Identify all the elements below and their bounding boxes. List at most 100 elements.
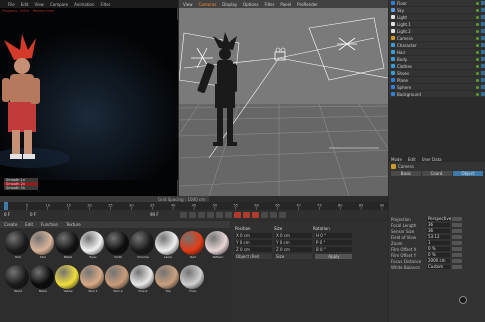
viewport-menu-item[interactable]: Display [222,2,237,7]
attribute-stepper[interactable] [452,229,462,233]
record-button[interactable] [234,212,241,218]
attribute-value-field[interactable]: 2000 cm [427,259,450,263]
object-manager[interactable]: Floor Sky Light Light.1 Light.2 Camera Charact… [389,0,485,98]
visibility-dot-icon[interactable] [476,78,479,82]
viewport-menu-item[interactable]: View [183,2,193,7]
am-menu-user-data[interactable]: User Data [422,157,442,162]
material-swatch[interactable]: Hair [4,231,30,259]
scale-key-button[interactable] [270,212,277,218]
enable-check-icon[interactable] [481,92,485,96]
coordinate-field[interactable]: X 0 cm [275,233,312,238]
attribute-value-field[interactable]: 0 % [427,247,450,251]
attribute-value-field[interactable]: Perspective [427,217,451,221]
play-backward-button[interactable] [198,212,205,218]
visibility-dot-icon[interactable] [476,1,479,5]
object-row[interactable]: Light.2 [389,28,485,35]
play-button[interactable] [207,212,214,218]
attribute-value-field[interactable]: 36 [427,229,450,233]
material-swatch[interactable]: Metal [54,231,80,259]
viewport-menu-item[interactable]: Options [243,2,258,7]
attribute-value-field[interactable]: 1 [427,241,450,245]
attribute-stepper[interactable] [452,223,462,227]
render-menu-item[interactable]: Animation [74,2,94,7]
attribute-manager[interactable]: Mode Edit User Data Camera Basic Coord. … [389,156,485,322]
coordinate-manager[interactable]: Position Size Rotation X 0 cm X 0 cm H 0 °… [231,221,388,322]
material-swatch[interactable]: Skin.1 [79,265,105,293]
enable-check-icon[interactable] [481,8,485,12]
viewport-menu-item[interactable]: ProRender [297,2,318,7]
coordinate-field[interactable]: H 0 ° [315,233,352,238]
attribute-stepper[interactable] [452,253,462,257]
object-row[interactable]: Light.1 [389,21,485,28]
size-select[interactable]: Size [275,254,312,259]
position-key-button[interactable] [261,212,268,218]
enable-check-icon[interactable] [481,64,485,68]
attribute-stepper[interactable] [452,217,462,221]
enable-check-icon[interactable] [481,15,485,19]
perspective-viewport[interactable]: View Cameras Display Options Filter Panel ProR… [179,0,388,196]
attribute-value-field[interactable]: 36 [427,223,450,227]
am-menu-mode[interactable]: Mode [391,157,402,162]
enable-check-icon[interactable] [481,85,485,89]
object-row[interactable]: Sky [389,7,485,14]
visibility-dot-icon[interactable] [476,85,479,89]
enable-check-icon[interactable] [481,36,485,40]
color-picker-icon[interactable] [459,296,467,304]
material-manager[interactable]: Create Edit Function Texture Hair Skin Metal E… [0,221,230,322]
attribute-value-field[interactable]: 0 % [427,253,450,257]
material-swatch[interactable]: Check [129,265,155,293]
coordinate-field[interactable]: X 0 cm [235,233,272,238]
enable-check-icon[interactable] [481,50,485,54]
material-swatch[interactable]: Skin.2 [104,265,130,293]
material-swatch[interactable]: Cloth [104,231,130,259]
material-swatch[interactable]: Chrome [129,231,155,259]
render-view[interactable]: File Edit View Compare Animation Filter Progr… [0,0,178,196]
coordinate-field[interactable]: Z 0 cm [275,247,312,252]
visibility-dot-icon[interactable] [476,15,479,19]
current-frame-field[interactable]: 0 F [30,212,36,217]
visibility-dot-icon[interactable] [476,92,479,96]
tab-basic[interactable]: Basic [391,170,421,176]
visibility-dot-icon[interactable] [476,43,479,47]
render-menu-item[interactable]: Compare [50,2,68,7]
render-menu-item[interactable]: Edit [21,2,29,7]
attribute-stepper[interactable] [452,235,462,239]
attribute-stepper[interactable] [452,247,462,251]
frame-end-field[interactable]: 90 F [150,212,159,217]
object-row[interactable]: Sphere [389,84,485,91]
go-to-start-button[interactable] [180,212,187,218]
material-swatch[interactable]: Wood [4,265,30,293]
viewport-menu-item[interactable]: Cameras [199,2,217,7]
enable-check-icon[interactable] [481,57,485,61]
material-swatch[interactable]: Black [29,265,55,293]
coordinate-field[interactable]: P 0 ° [315,240,352,245]
attribute-stepper[interactable] [452,265,462,269]
visibility-dot-icon[interactable] [476,29,479,33]
material-swatch[interactable]: Red [179,231,205,259]
render-menu-item[interactable]: File [8,2,15,7]
material-menu-item[interactable]: Texture [66,222,81,227]
material-swatch[interactable]: Yellow [54,265,80,293]
mode-select[interactable]: Object (Rel) [235,254,272,259]
viewport-menu-item[interactable]: Filter [264,2,274,7]
material-swatch[interactable]: Tile [154,265,180,293]
attribute-stepper[interactable] [452,259,462,263]
attribute-value-field[interactable]: Custom [427,265,450,269]
auto-key-button[interactable] [243,212,250,218]
material-swatch[interactable]: Eyes [79,231,105,259]
object-row[interactable]: Camera [389,35,485,42]
visibility-dot-icon[interactable] [476,50,479,54]
material-menu-item[interactable]: Function [41,222,58,227]
material-menu-item[interactable]: Create [4,222,17,227]
coordinate-field[interactable]: Z 0 cm [235,247,272,252]
coordinate-field[interactable]: Y 0 cm [235,240,272,245]
tab-coord[interactable]: Coord. [422,170,452,176]
tab-object[interactable]: Object [453,170,483,176]
enable-check-icon[interactable] [481,1,485,5]
enable-check-icon[interactable] [481,22,485,26]
keyframe-selection-button[interactable] [252,212,259,218]
material-menu-item[interactable]: Edit [25,222,33,227]
object-row[interactable]: Light [389,14,485,21]
next-key-button[interactable] [216,212,223,218]
enable-check-icon[interactable] [481,71,485,75]
